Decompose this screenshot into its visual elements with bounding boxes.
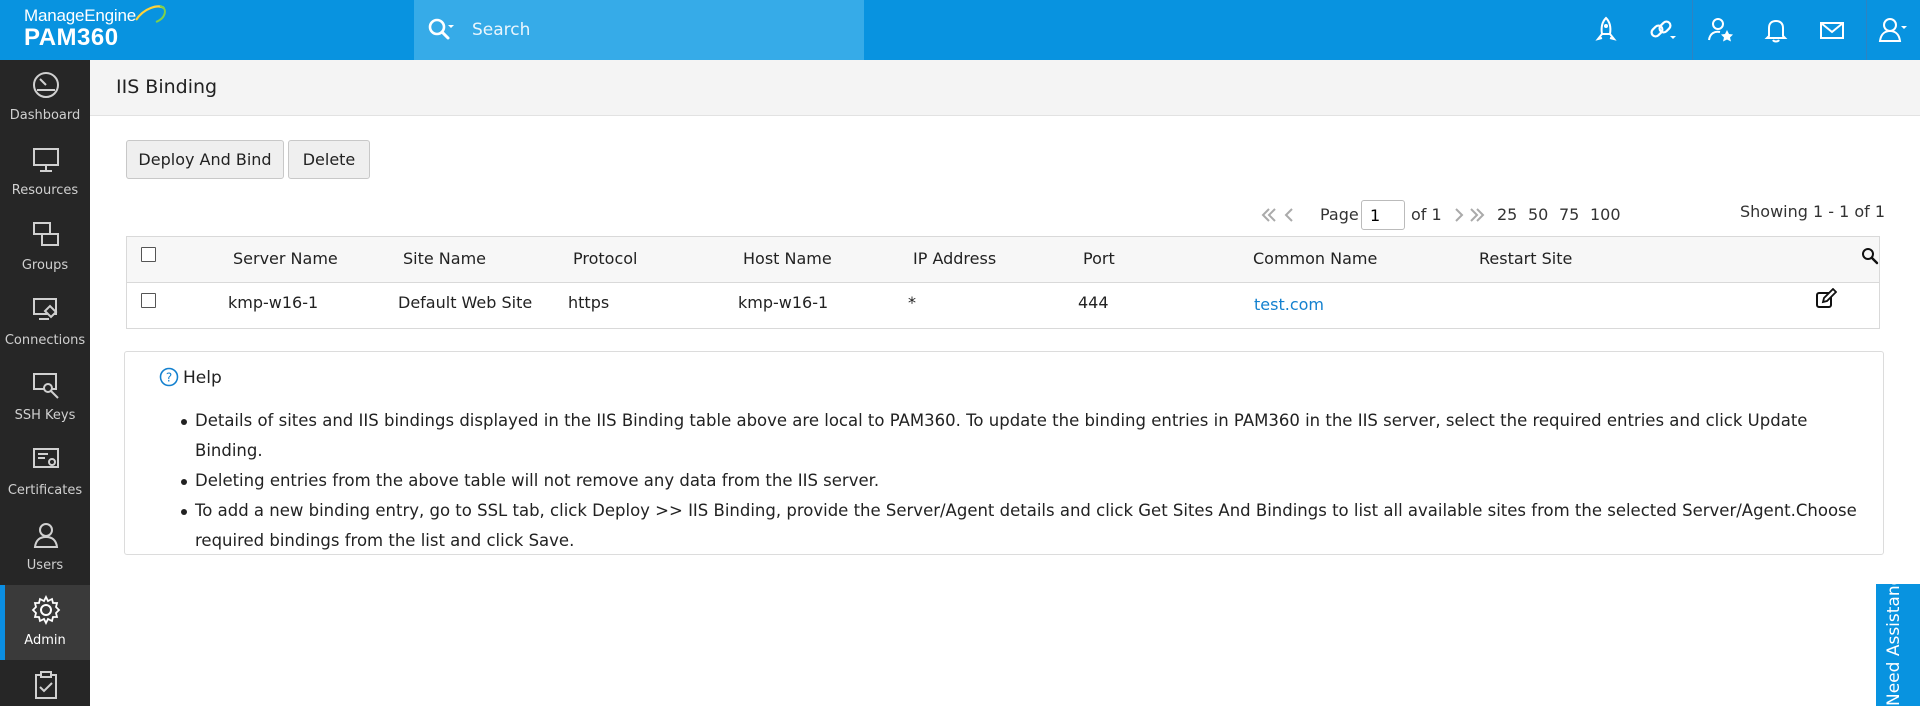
help-item: To add a new binding entry, go to SSL ta… [181, 496, 1865, 556]
column-header[interactable]: Port [1083, 249, 1115, 268]
sidebar-item-label: Admin [24, 633, 66, 648]
column-header[interactable]: Host Name [743, 249, 832, 268]
bell-icon[interactable] [1760, 14, 1792, 46]
sidebar-item-label: Dashboard [9, 108, 81, 123]
page-header: IIS Binding [90, 60, 1920, 116]
pagination: Page of 1 25 50 75 100 Showing 1 - 1 of … [0, 200, 1920, 230]
users-icon [33, 523, 59, 548]
logo-brand: ManageEngine [24, 6, 136, 25]
page-size-option[interactable]: 25 [1497, 205, 1517, 224]
logo[interactable]: ManageEngine PAM360 [24, 5, 166, 51]
search-bar [414, 0, 864, 60]
help-item: Details of sites and IIS bindings displa… [181, 406, 1865, 466]
mail-icon[interactable] [1816, 14, 1848, 46]
clipboard-check-icon [35, 671, 57, 699]
sidebar-item-label: Certificates [7, 483, 83, 498]
svg-text:?: ? [166, 371, 172, 385]
help-panel: ? Help Details of sites and IIS bindings… [124, 351, 1884, 555]
cell-protocol: https [568, 293, 610, 312]
search-input[interactable] [472, 14, 842, 46]
column-header[interactable]: Common Name [1253, 249, 1377, 268]
deploy-and-bind-button[interactable]: Deploy And Bind [126, 140, 284, 179]
need-assistance-label: Need Assistance? [1884, 584, 1904, 706]
sidebar-item-admin[interactable]: Admin [0, 585, 90, 660]
row-checkbox[interactable] [141, 293, 156, 308]
table-row: kmp-w16-1 Default Web Site https kmp-w16… [127, 283, 1879, 329]
cell-ip-address: * [908, 293, 916, 312]
page-size-option[interactable]: 100 [1590, 205, 1621, 224]
edit-icon[interactable] [1815, 288, 1837, 310]
column-header[interactable]: IP Address [913, 249, 996, 268]
ssh-key-icon [33, 373, 59, 399]
iis-binding-table: Server Name Site Name Protocol Host Name… [126, 236, 1880, 329]
search-icon[interactable] [1861, 247, 1879, 265]
page-size-option[interactable]: 75 [1559, 205, 1579, 224]
connections-icon [33, 298, 58, 320]
monitor-icon [33, 148, 59, 172]
common-name-link[interactable]: test.com [1254, 295, 1324, 314]
column-header[interactable]: Restart Site [1479, 249, 1572, 268]
page-total: of 1 [1411, 205, 1442, 224]
gauge-icon [33, 72, 59, 98]
help-list: Details of sites and IIS bindings displa… [181, 406, 1865, 556]
column-header[interactable]: Server Name [233, 249, 338, 268]
cell-host-name: kmp-w16-1 [738, 293, 829, 312]
cell-server-name: kmp-w16-1 [228, 293, 319, 312]
top-bar: ManageEngine PAM360 [0, 0, 1920, 60]
help-icon: ? [159, 367, 179, 387]
cell-site-name: Default Web Site [398, 293, 533, 312]
sidebar-item-dashboard[interactable]: Dashboard [0, 60, 90, 135]
user-icon[interactable] [1876, 14, 1908, 46]
sidebar-item-label: SSH Keys [14, 408, 76, 423]
need-assistance-tab[interactable]: Need Assistance? [1876, 584, 1920, 706]
first-page-icon[interactable] [1260, 207, 1278, 223]
topbar-separator [1866, 0, 1867, 60]
sidebar-item-certificates[interactable]: Certificates [0, 435, 90, 510]
sidebar-item-label: Groups [21, 258, 69, 273]
certificate-icon [33, 448, 59, 468]
search-icon[interactable] [426, 16, 456, 44]
column-header[interactable]: Protocol [573, 249, 637, 268]
page-number-input[interactable] [1361, 200, 1405, 230]
sidebar: Dashboard Resources Groups Connections S… [0, 60, 90, 706]
page-size-option[interactable]: 50 [1528, 205, 1548, 224]
sidebar-item-users[interactable]: Users [0, 510, 90, 585]
user-star-icon[interactable] [1704, 14, 1736, 46]
sidebar-item-connections[interactable]: Connections [0, 285, 90, 360]
page-label: Page [1320, 205, 1359, 224]
cell-port: 444 [1078, 293, 1109, 312]
select-all-checkbox[interactable] [141, 247, 156, 262]
gear-icon [31, 595, 61, 625]
link-icon[interactable] [1646, 14, 1678, 46]
previous-page-icon[interactable] [1280, 207, 1298, 223]
showing-count: Showing 1 - 1 of 1 [1740, 202, 1886, 221]
last-page-icon[interactable] [1468, 207, 1486, 223]
page-title: IIS Binding [116, 76, 218, 98]
sidebar-item-label: Connections [4, 333, 86, 348]
delete-button[interactable]: Delete [288, 140, 370, 179]
topbar-separator [1692, 0, 1693, 60]
next-page-icon[interactable] [1450, 207, 1468, 223]
sidebar-item-ssh-keys[interactable]: SSH Keys [0, 360, 90, 435]
rocket-icon[interactable] [1590, 14, 1622, 46]
sidebar-item-tasks[interactable] [0, 660, 90, 706]
sidebar-item-label: Users [26, 558, 64, 573]
table-header: Server Name Site Name Protocol Host Name… [127, 237, 1879, 283]
logo-product: PAM360 [24, 24, 119, 51]
sidebar-item-label: Resources [11, 183, 79, 198]
logo-swoosh-icon [135, 5, 166, 23]
help-item: Deleting entries from the above table wi… [181, 466, 1865, 496]
column-header[interactable]: Site Name [403, 249, 486, 268]
sidebar-item-resources[interactable]: Resources [0, 135, 90, 210]
help-title: Help [183, 368, 222, 388]
